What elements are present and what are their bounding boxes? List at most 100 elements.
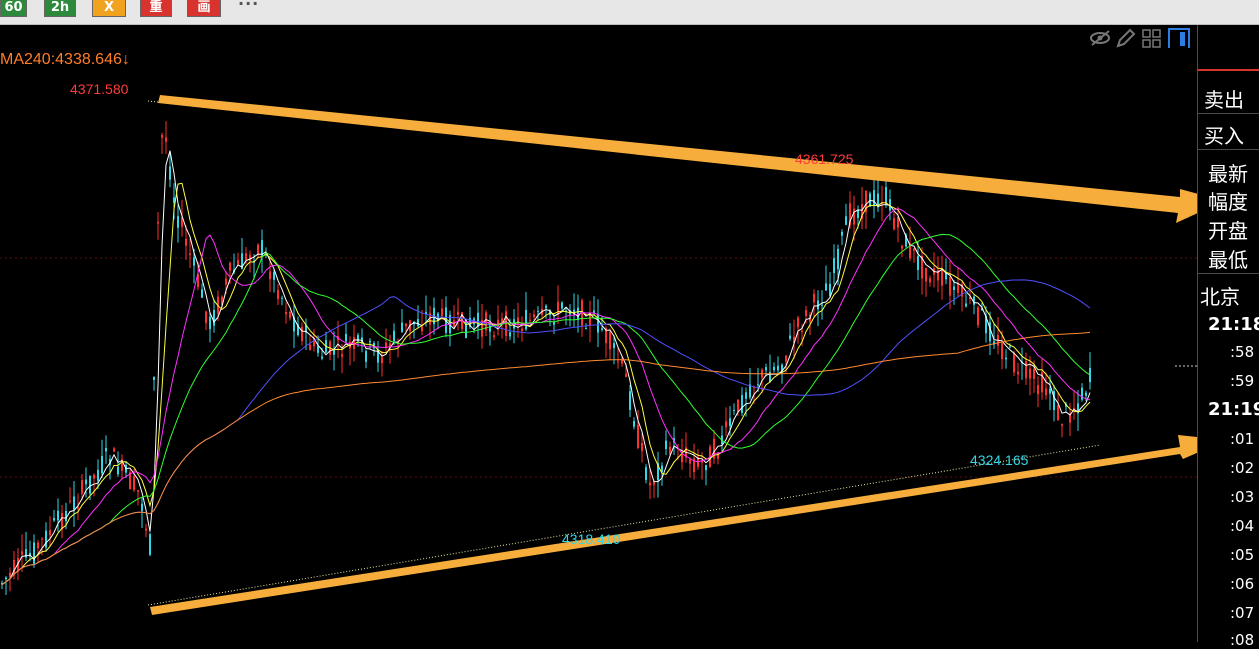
candle-body: [269, 271, 271, 280]
price-chart[interactable]: [0, 25, 1197, 642]
peak-price-label: 4361.725: [795, 151, 854, 167]
candle-body: [1085, 392, 1087, 396]
candle-body: [805, 309, 807, 316]
candle-body: [393, 330, 395, 341]
time-label: 21:18: [1208, 314, 1259, 335]
candle-body: [457, 311, 459, 315]
candle-body: [957, 283, 959, 294]
candle-body: [641, 442, 643, 451]
candle-body: [5, 577, 7, 580]
candle-body: [341, 354, 343, 357]
candle-body: [953, 286, 955, 290]
candle-body: [21, 551, 23, 555]
candle-body: [925, 268, 927, 282]
period-2h-button[interactable]: 2h: [44, 0, 76, 17]
candle-body: [257, 244, 259, 255]
candle-body: [165, 137, 167, 142]
candle-body: [845, 216, 847, 225]
candle-body: [737, 399, 739, 413]
candle-body: [477, 312, 479, 327]
candle-body: [689, 459, 691, 464]
candle-body: [465, 319, 467, 338]
trend-arrows: [150, 95, 1197, 615]
candle-body: [649, 482, 651, 486]
candle-body: [885, 187, 887, 204]
candle-body: [1013, 352, 1015, 373]
time-label: :59: [1230, 372, 1255, 390]
candle-body: [1061, 424, 1063, 426]
candle-body: [441, 308, 443, 316]
candle-body: [917, 256, 919, 270]
panel-icon[interactable]: [1167, 28, 1191, 48]
candle-body: [213, 309, 215, 326]
ma240-label: MA240:4338.646↓: [0, 51, 130, 68]
candle-body: [537, 311, 539, 313]
candle-body: [1005, 357, 1007, 360]
candle-body: [597, 313, 599, 333]
time-label: :05: [1230, 546, 1255, 564]
candle-body: [193, 257, 195, 266]
grid-icon[interactable]: [1141, 28, 1163, 48]
candle-body: [821, 304, 823, 306]
draw-x-button[interactable]: X: [92, 0, 126, 17]
pencil-icon[interactable]: [1115, 28, 1137, 48]
buy-label: 买入: [1204, 124, 1244, 148]
candle-body: [653, 482, 655, 485]
candle-body: [633, 421, 635, 427]
candle-body: [61, 512, 63, 530]
candle-body: [913, 248, 915, 251]
time-label: :07: [1230, 604, 1255, 622]
time-label: :02: [1230, 459, 1255, 477]
candle-body: [901, 245, 903, 249]
eye-hide-icon[interactable]: [1089, 28, 1113, 48]
candle-body: [249, 254, 251, 262]
candle-body: [629, 391, 631, 410]
candle-body: [545, 305, 547, 309]
candle-body: [733, 410, 735, 412]
candle-body: [529, 319, 531, 321]
candle-body: [273, 271, 275, 280]
toolbar: 60 2h X 重 画 ···: [0, 0, 1259, 25]
candle-body: [301, 326, 303, 342]
candle-body: [309, 344, 311, 350]
candle-body: [93, 474, 95, 479]
draw-tool-button[interactable]: 画: [187, 0, 221, 17]
candle-body: [85, 479, 87, 485]
divider: [1198, 273, 1259, 274]
candle-body: [81, 479, 83, 494]
candle-body: [201, 289, 203, 298]
candle-body: [601, 328, 603, 330]
candle-body: [45, 530, 47, 548]
candle-body: [949, 277, 951, 296]
candle-body: [417, 319, 419, 327]
candle-body: [285, 311, 287, 315]
candle-body: [837, 248, 839, 270]
candle-body: [841, 231, 843, 236]
candle-body: [645, 467, 647, 480]
candle-body: [33, 542, 35, 564]
more-options-button[interactable]: ···: [238, 0, 259, 13]
redraw-button[interactable]: 重: [140, 0, 172, 17]
candle-body: [825, 283, 827, 291]
candle-body: [53, 518, 55, 521]
candle-body: [561, 302, 563, 309]
candle-body: [813, 293, 815, 303]
resistance-arrow: [158, 95, 1197, 223]
candle-body: [789, 335, 791, 339]
candle-body: [1037, 385, 1039, 395]
divider: [1198, 149, 1259, 150]
candle-body: [853, 208, 855, 225]
candle-body: [229, 262, 231, 271]
time-label: :06: [1230, 575, 1255, 593]
candle-body: [893, 218, 895, 230]
candle-body: [133, 476, 135, 491]
candle-body: [609, 332, 611, 350]
candle-body: [517, 317, 519, 325]
candle-body: [617, 361, 619, 363]
sell-label: 卖出: [1204, 88, 1244, 112]
candle-body: [489, 325, 491, 332]
period-60-button[interactable]: 60: [0, 0, 27, 17]
candle-body: [1045, 388, 1047, 396]
candle-body: [169, 166, 171, 180]
candle-body: [205, 311, 207, 323]
